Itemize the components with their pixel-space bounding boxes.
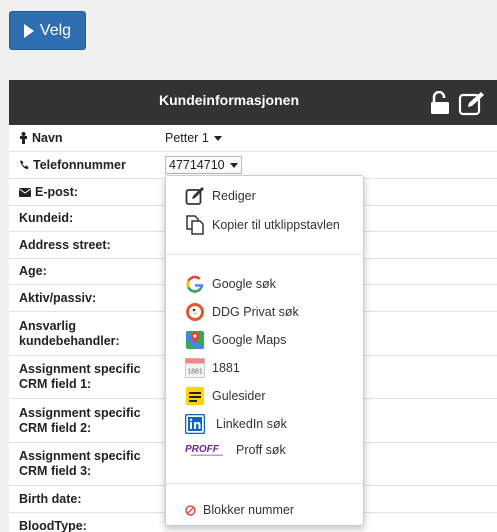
blood-label: BloodType: — [19, 518, 87, 532]
person-icon — [20, 132, 27, 144]
play-icon — [23, 23, 34, 38]
google-icon — [186, 275, 204, 293]
menu-label-linkedin: LinkedIn søk — [216, 417, 287, 431]
svg-text:PROFF: PROFF — [185, 444, 220, 455]
menu-label-ddg: DDG Privat søk — [212, 305, 299, 319]
menu-separator — [166, 254, 363, 255]
menu-label-proff: Proff søk — [236, 443, 286, 457]
kundeid-label: Kundeid: — [19, 211, 74, 225]
menu-label-google: Google søk — [212, 277, 276, 291]
menu-item-gulesider[interactable]: Gulesider — [185, 386, 266, 406]
menu-label-gulesider: Gulesider — [212, 389, 266, 403]
crm1-label: Assignment specific CRM field 1: — [19, 362, 141, 391]
context-menu: Rediger Kopier til utklippstavlen Google… — [165, 175, 364, 526]
menu-label-rediger: Rediger — [212, 189, 256, 203]
telefon-label: Telefonnummer — [33, 157, 126, 172]
menu-label-maps: Google Maps — [212, 333, 287, 347]
ansvarlig-label: Ansvarlig kundebehandler: — [19, 318, 120, 348]
birth-label: Birth date: — [19, 491, 82, 506]
proff-icon: PROFF — [185, 444, 223, 456]
menu-item-rediger[interactable]: Rediger — [185, 186, 256, 206]
chevron-down-icon — [229, 162, 238, 168]
menu-item-google[interactable]: Google søk — [185, 274, 276, 294]
duckduckgo-icon — [186, 303, 204, 321]
age-label: Age: — [19, 264, 47, 278]
menu-separator — [166, 483, 363, 484]
gulesider-icon — [186, 387, 204, 405]
velg-button[interactable]: Velg — [9, 11, 86, 50]
aktiv-label: Aktiv/passiv: — [19, 290, 97, 305]
crm3-label: Assignment specific CRM field 3: — [19, 449, 141, 478]
menu-item-kopier[interactable]: Kopier til utklippstavlen — [185, 215, 340, 235]
block-icon — [185, 504, 196, 516]
menu-label-1881: 1881 — [212, 361, 240, 375]
telefon-dropdown[interactable]: 47714710 — [165, 156, 242, 174]
1881-icon: 1881 — [185, 358, 205, 378]
navn-label: Navn — [32, 130, 63, 145]
telefon-value: 47714710 — [169, 158, 225, 172]
unlock-icon[interactable] — [430, 91, 450, 115]
menu-item-maps[interactable]: Google Maps — [185, 330, 286, 350]
velg-label: Velg — [39, 21, 72, 39]
menu-label-blokker: Blokker nummer — [203, 503, 294, 517]
svg-text:1881: 1881 — [187, 369, 203, 376]
menu-item-blokker[interactable]: Blokker nummer — [185, 503, 294, 517]
envelope-icon — [19, 187, 31, 197]
edit-icon[interactable] — [458, 90, 486, 116]
panel-title: Kundeinformasjonen — [158, 92, 299, 108]
crm2-label: Assignment specific CRM field 2: — [19, 405, 141, 435]
menu-item-1881[interactable]: 1881 1881 — [185, 358, 240, 378]
menu-item-proff[interactable]: PROFF Proff søk — [185, 442, 286, 458]
copy-icon — [186, 215, 204, 235]
edit-icon — [185, 187, 204, 205]
menu-item-linkedin[interactable]: LinkedIn søk — [185, 414, 287, 434]
phone-icon — [20, 160, 29, 170]
chevron-down-icon[interactable] — [213, 135, 222, 141]
google-maps-icon — [186, 331, 204, 349]
panel-header: Kundeinformasjonen — [9, 80, 497, 125]
linkedin-icon — [185, 414, 205, 434]
address-label: Address street: — [19, 237, 111, 252]
menu-item-ddg[interactable]: DDG Privat søk — [185, 302, 299, 322]
navn-value[interactable]: Petter 1 — [165, 131, 209, 145]
row-navn: Navn Petter 1 — [9, 125, 497, 152]
epost-label: E-post: — [35, 184, 79, 199]
menu-label-kopier: Kopier til utklippstavlen — [212, 218, 340, 232]
